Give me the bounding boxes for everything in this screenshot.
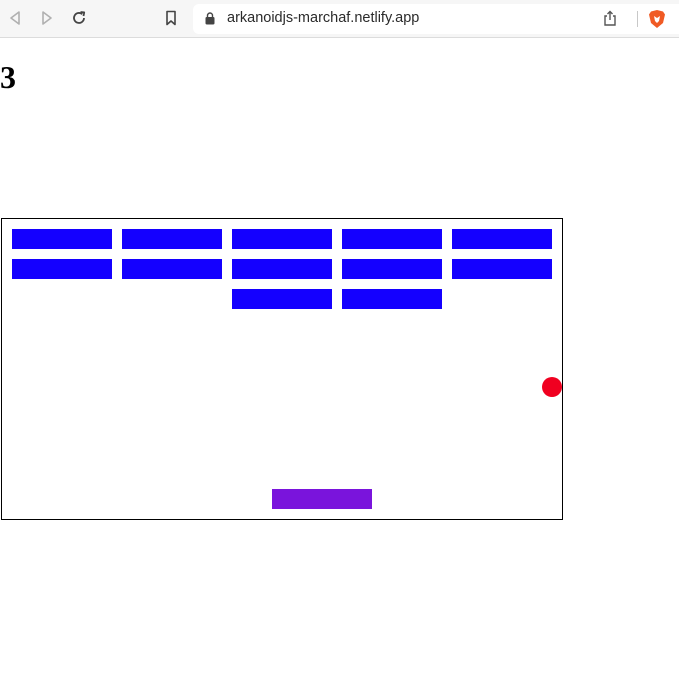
forward-icon[interactable]: [36, 7, 58, 29]
browser-toolbar: arkanoidjs-marchaf.netlify.app: [0, 0, 679, 38]
score-display: 3: [0, 59, 16, 95]
lock-icon: [205, 12, 215, 30]
brick: [12, 229, 112, 249]
url-text: arkanoidjs-marchaf.netlify.app: [227, 10, 420, 26]
brick: [232, 259, 332, 279]
brick: [342, 229, 442, 249]
brick: [232, 229, 332, 249]
brick: [342, 289, 442, 309]
brick: [342, 259, 442, 279]
paddle[interactable]: [272, 489, 372, 509]
brick: [122, 229, 222, 249]
game-canvas[interactable]: [1, 218, 563, 520]
brick: [232, 289, 332, 309]
reload-icon[interactable]: [68, 7, 90, 29]
brick: [452, 259, 552, 279]
brick: [452, 229, 552, 249]
share-icon[interactable]: [603, 10, 617, 31]
brick: [12, 259, 112, 279]
address-bar[interactable]: arkanoidjs-marchaf.netlify.app: [193, 4, 679, 34]
back-icon[interactable]: [4, 7, 26, 29]
ball: [542, 377, 562, 397]
game-field: [12, 229, 562, 509]
toolbar-separator: [637, 11, 638, 27]
bookmark-icon[interactable]: [160, 7, 182, 29]
brick: [122, 259, 222, 279]
brave-shield-icon[interactable]: [648, 9, 666, 34]
